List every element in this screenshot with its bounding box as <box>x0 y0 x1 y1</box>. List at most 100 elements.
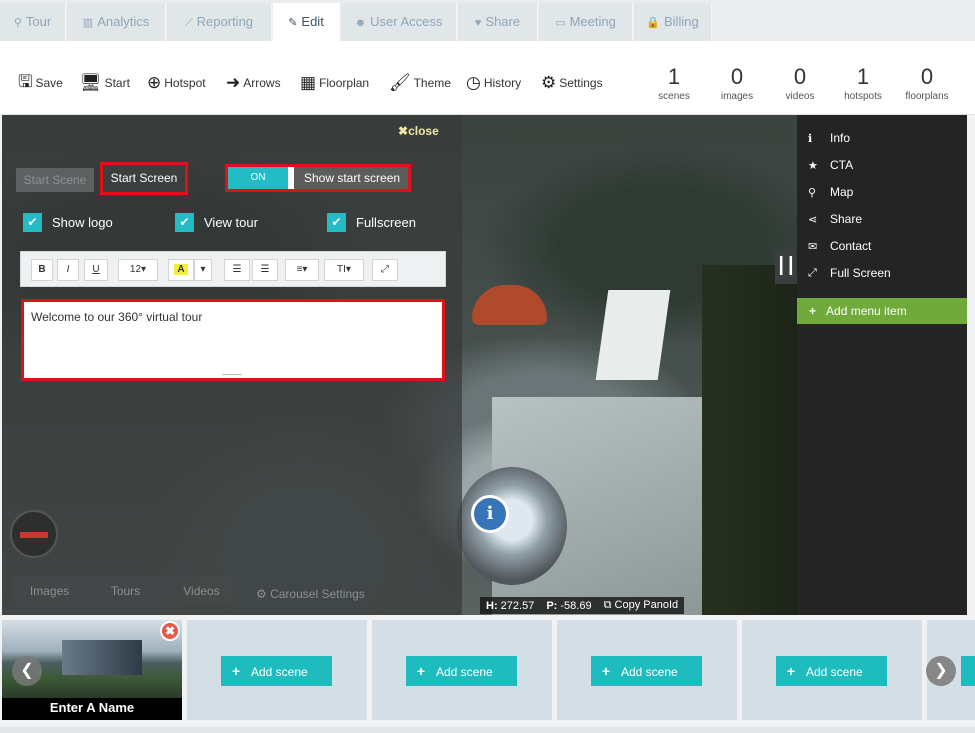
plus-icon: + <box>809 304 817 318</box>
fullscreen-editor-button[interactable]: ⤢ <box>372 259 398 281</box>
add-scene-button[interactable]: + Add scene <box>591 656 702 686</box>
menu-item-full-screen[interactable]: ⤢ Full Screen <box>808 263 891 283</box>
grip-icon: ┃┃ <box>776 258 796 275</box>
add-menu-item-label: Add menu item <box>826 304 907 318</box>
menu-item-label: Contact <box>830 239 872 253</box>
pitch-readout: P: -58.69 <box>546 600 591 612</box>
gear-icon: ⚙ <box>541 73 557 92</box>
color-dropdown[interactable]: ▾ <box>194 259 212 281</box>
copy-panoid-button[interactable]: ⧉ Copy PanoId <box>604 599 679 612</box>
stat-value: 1 <box>667 64 681 89</box>
stat-videos: 0 videos <box>770 65 830 103</box>
arrows-button[interactable]: ➜ Arrows <box>226 71 281 95</box>
underline-button[interactable]: U <box>84 259 108 281</box>
add-scene-button[interactable]: + Add scene <box>406 656 517 686</box>
carousel-settings-link[interactable]: ⚙ Carousel Settings <box>256 587 365 601</box>
menu-item-contact[interactable]: ✉ Contact <box>808 236 871 256</box>
settings-button[interactable]: ⚙ Settings <box>541 71 603 95</box>
show-logo-checkbox[interactable]: ✔ Show logo <box>23 213 113 232</box>
menu-item-share[interactable]: ⋖ Share <box>808 209 862 229</box>
menu-drag-handle[interactable]: ┃┃ <box>775 250 797 284</box>
ordered-list-button[interactable]: ☰ <box>224 259 250 281</box>
floorplan-button[interactable]: ▦ Floorplan <box>300 71 369 95</box>
pitch-value: -58.69 <box>560 599 592 612</box>
close-label: close <box>408 124 439 138</box>
tab-reporting[interactable]: ⟋ Reporting <box>167 3 272 41</box>
add-scene-label: Add scene <box>251 665 308 679</box>
info-hotspot-icon[interactable]: i <box>471 495 509 533</box>
plus-icon: + <box>786 663 796 679</box>
save-label: Save <box>35 76 63 90</box>
add-scene-button[interactable] <box>961 656 975 686</box>
lock-icon: 🔒 <box>646 17 660 29</box>
resize-grip[interactable] <box>222 374 242 378</box>
scene-name[interactable]: Enter A Name <box>2 700 182 715</box>
tab-analytics[interactable]: ▥ Analytics <box>67 3 166 41</box>
tab-label: Edit <box>301 14 324 29</box>
add-scene-button[interactable]: + Add scene <box>221 656 332 686</box>
bold-button[interactable]: B <box>31 259 53 281</box>
trees <box>702 265 797 615</box>
compass-icon[interactable] <box>10 510 58 558</box>
delete-scene-icon[interactable]: ✖ <box>160 621 180 641</box>
plus-icon: + <box>231 663 241 679</box>
tab-label: Share <box>485 14 521 29</box>
show-start-screen-toggle[interactable]: ON Show start screen <box>225 164 411 192</box>
view-coordinates: H: 272.57 P: -58.69 ⧉ Copy PanoId <box>480 597 685 614</box>
scroll-left-icon[interactable]: ❮ <box>12 656 42 686</box>
start-scene-button[interactable]: Start Scene <box>16 168 94 192</box>
unordered-list-button[interactable]: ☰ <box>252 259 278 281</box>
italic-button[interactable]: I <box>57 259 79 281</box>
plus-circle-icon: ⊕ <box>147 73 162 92</box>
bottom-border <box>0 727 975 733</box>
tab-meeting[interactable]: ▭ Meeting <box>539 3 633 41</box>
add-scene-button[interactable]: + Add scene <box>776 656 887 686</box>
text-editor-toolbar: B I U 12▾ A ▾ ☰ ☰ ≡▾ TI▾ ⤢ <box>20 251 446 287</box>
tab-billing[interactable]: 🔒 Billing <box>634 3 712 41</box>
history-icon: ◷ <box>466 73 481 92</box>
tab-user-access[interactable]: ☻ User Access <box>341 3 457 41</box>
tab-tour[interactable]: ⚲ Tour <box>0 3 66 41</box>
unordered-list-icon: ☰ <box>260 264 270 275</box>
tab-tours[interactable]: Tours <box>88 576 163 606</box>
menu-item-cta[interactable]: ★ CTA <box>808 155 853 175</box>
scroll-right-icon[interactable]: ❯ <box>926 656 956 686</box>
pano-viewer[interactable]: ✖close Start Scene Start Screen ON Show … <box>2 115 797 615</box>
text-color-icon: A <box>174 264 188 275</box>
tab-images[interactable]: Images <box>12 576 87 606</box>
info-icon: ℹ <box>808 132 813 145</box>
add-menu-item-button[interactable]: + Add menu item <box>797 298 967 324</box>
welcome-text-editor[interactable]: Welcome to our 360° virtual tour <box>21 299 445 381</box>
star-icon: ★ <box>808 159 818 172</box>
hotspot-button[interactable]: ⊕ Hotspot <box>147 71 206 95</box>
theme-button[interactable]: 🖌 Theme <box>389 71 451 95</box>
expand-icon: ⤢ <box>808 266 817 279</box>
tab-edit[interactable]: ✎ Edit <box>273 3 340 41</box>
start-label: Start <box>104 76 130 90</box>
font-size-value: 12 <box>129 264 142 275</box>
add-scene-label: Add scene <box>621 665 678 679</box>
menu-item-info[interactable]: ℹ Info <box>808 128 850 148</box>
stat-value: 0 <box>730 64 744 89</box>
fullscreen-checkbox[interactable]: ✔ Fullscreen <box>327 213 416 232</box>
text-style-dropdown[interactable]: TI▾ <box>324 259 364 281</box>
scene-slot: + Add scene <box>557 620 737 720</box>
text-color-button[interactable]: A <box>168 259 194 281</box>
tab-share[interactable]: ♥ Share <box>458 3 538 41</box>
align-dropdown[interactable]: ≡▾ <box>285 259 319 281</box>
theme-label: Theme <box>413 76 451 90</box>
gear-icon: ⚙ <box>256 587 271 601</box>
view-tour-checkbox[interactable]: ✔ View tour <box>175 213 258 232</box>
stat-label: scenes <box>658 91 690 102</box>
start-button[interactable]: 🖥 Start <box>80 71 130 95</box>
scene-strip: Enter A Name ✖ ❮ + Add scene + Add scene +… <box>0 618 975 723</box>
close-button[interactable]: ✖close <box>398 124 439 138</box>
start-screen-button[interactable]: Start Screen <box>100 162 188 195</box>
tab-videos[interactable]: Videos <box>164 576 239 606</box>
top-tabs: ⚲ Tour ▥ Analytics ⟋ Reporting ✎ Edit ☻ User … <box>0 0 975 41</box>
menu-item-map[interactable]: ⚲ Map <box>808 182 853 202</box>
history-button[interactable]: ◷ History <box>466 71 521 95</box>
save-button[interactable]: 🖫 Save <box>18 71 63 95</box>
floorplan-icon: ▦ <box>300 73 317 92</box>
font-size-dropdown[interactable]: 12▾ <box>118 259 158 281</box>
